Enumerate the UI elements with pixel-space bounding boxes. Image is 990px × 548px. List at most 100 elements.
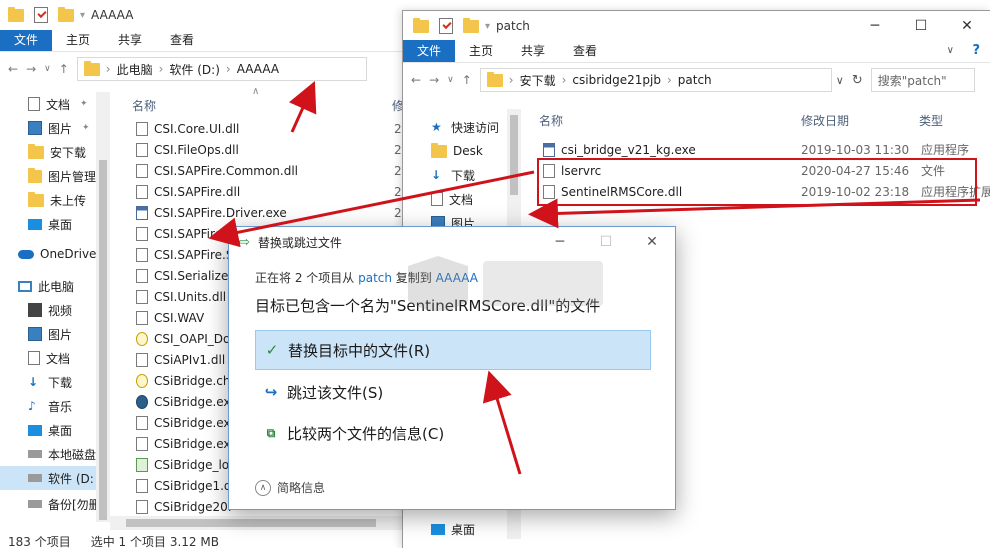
sidebar-item-6[interactable]: OneDrive — [0, 242, 96, 266]
breadcrumb-csibridge[interactable]: csibridge21pjb — [572, 73, 661, 87]
fewer-details-toggle[interactable]: ∧ 简略信息 — [255, 479, 325, 496]
sidebar-item-4[interactable]: 未上传 — [0, 188, 96, 212]
new-folder-icon[interactable] — [463, 17, 479, 33]
sidebar-item-14[interactable]: 本地磁盘 — [0, 442, 96, 466]
drive-icon — [28, 450, 42, 458]
maximize-icon[interactable]: ☐ — [898, 11, 944, 41]
tab-share[interactable]: 共享 — [104, 29, 156, 51]
source-folder-link[interactable]: patch — [358, 271, 392, 285]
column-header-name[interactable]: 名称 — [132, 97, 156, 114]
expand-ribbon-chevron-icon[interactable]: ∨ — [947, 45, 954, 56]
skip-file-option[interactable]: ↪ 跳过该文件(S) — [255, 372, 651, 412]
sidebar-item-15[interactable]: 软件 (D: — [0, 466, 96, 490]
sidebar-item-0[interactable]: 文档 ✦ — [0, 92, 96, 116]
sidebar-item-1[interactable]: Desk — [403, 139, 507, 163]
minimize-icon[interactable]: ─ — [852, 11, 898, 41]
search-input[interactable]: 搜索"patch" — [870, 68, 975, 92]
compare-icon: ⧉ — [266, 425, 276, 440]
star-icon: ★ — [431, 120, 442, 134]
recent-chevron-down-icon[interactable]: ∨ — [44, 64, 51, 74]
breadcrumb-downloads[interactable]: 安下载 — [520, 72, 556, 89]
sidebar-item-label: 软件 (D: — [48, 471, 94, 486]
sidebar-item-16[interactable]: 备份[勿删 — [0, 492, 101, 516]
file-date: 20 — [394, 184, 402, 199]
new-folder-icon[interactable] — [58, 6, 74, 22]
breadcrumb-patch[interactable]: patch — [678, 73, 712, 87]
quick-access-dropdown-icon[interactable]: ▾ — [485, 21, 490, 32]
folder-icon — [431, 142, 447, 158]
sidebar-item-11[interactable]: ↓ 下载 — [0, 370, 96, 394]
window-title: patch — [496, 19, 530, 33]
address-bar[interactable]: › 此电脑 › 软件 (D:) › AAAAA — [76, 57, 367, 81]
up-arrow-icon[interactable]: ↑ — [462, 73, 472, 87]
file-row[interactable]: csi_bridge_v21_kg.exe 2019-10-03 11:30 应用程… — [543, 139, 990, 160]
sidebar-item-8[interactable]: 视频 — [0, 298, 96, 322]
up-arrow-icon[interactable]: ↑ — [59, 62, 69, 76]
close-icon[interactable]: ✕ — [629, 227, 675, 257]
file-row[interactable]: CSI.SAPFire.Common.dll 20 — [136, 160, 402, 181]
sidebar-item-13[interactable]: 桌面 — [0, 418, 96, 442]
column-header-name[interactable]: 名称 — [539, 112, 563, 129]
sidebar-item-3[interactable]: 文档 — [403, 187, 507, 211]
replace-file-option[interactable]: ✓ 替换目标中的文件(R) — [255, 330, 651, 370]
tab-file[interactable]: 文件 — [403, 40, 456, 62]
nav-scrollbar-thumb[interactable] — [99, 160, 107, 520]
sidebar-item-10[interactable]: 文档 — [0, 346, 96, 370]
sidebar-item-7[interactable]: 此电脑 — [0, 274, 96, 298]
file-row[interactable]: CSI.SAPFire.dll 20 — [136, 181, 402, 202]
tab-share[interactable]: 共享 — [507, 40, 559, 62]
file-row[interactable]: CSI.SAPFire.Driver.exe 20 — [136, 202, 402, 223]
file-row[interactable]: CSI.Core.UI.dll 20 — [136, 118, 402, 139]
back-arrow-icon[interactable]: ← — [8, 62, 18, 76]
document-icon — [431, 192, 443, 206]
sidebar-item-0[interactable]: ★ 快速访问 — [403, 115, 507, 139]
tab-view[interactable]: 查看 — [559, 40, 611, 62]
breadcrumb-this-pc[interactable]: 此电脑 — [117, 61, 153, 78]
tab-home[interactable]: 主页 — [52, 29, 104, 51]
recent-chevron-down-icon[interactable]: ∨ — [447, 75, 454, 85]
address-bar[interactable]: › 安下载 › csibridge21pjb › patch — [479, 68, 832, 92]
forward-arrow-icon[interactable]: → — [429, 73, 439, 87]
tab-home[interactable]: 主页 — [455, 40, 507, 62]
sidebar-item-label: 文档 — [449, 192, 474, 207]
forward-arrow-icon[interactable]: → — [26, 62, 36, 76]
pin-icon: ✦ — [80, 99, 88, 109]
column-header-date[interactable]: 修 — [392, 97, 402, 114]
file-type: 应用程序 — [921, 143, 970, 157]
sidebar-item-label: 未上传 — [50, 193, 87, 208]
replace-option-label: 替换目标中的文件(R) — [288, 341, 431, 360]
desktop-icon — [431, 523, 445, 535]
breadcrumb-aaaaa[interactable]: AAAAA — [237, 62, 279, 76]
file-name: CSiBridge20. — [154, 499, 232, 514]
back-arrow-icon[interactable]: ← — [411, 73, 421, 87]
sidebar-item-5[interactable]: 桌面 — [403, 517, 507, 541]
compare-files-option[interactable]: ⧉ 比较两个文件的信息(C) — [255, 413, 651, 453]
sidebar-item-2[interactable]: ↓ 下载 — [403, 163, 507, 187]
sidebar-item-1[interactable]: 图片 ✦ — [0, 116, 96, 140]
help-icon[interactable]: ? — [972, 43, 980, 58]
properties-icon[interactable] — [439, 18, 453, 34]
sidebar-item-5[interactable]: 桌面 — [0, 212, 96, 236]
breadcrumb-drive-d[interactable]: 软件 (D:) — [169, 61, 219, 78]
sidebar-item-3[interactable]: 图片管理 — [0, 164, 96, 188]
sidebar-item-9[interactable]: 图片 — [0, 322, 96, 346]
file-name: CSI.FileOps.dll — [154, 142, 239, 157]
column-header-date[interactable]: 修改日期 — [801, 112, 849, 129]
tab-view[interactable]: 查看 — [156, 29, 208, 51]
sidebar-item-12[interactable]: ♪ 音乐 — [0, 394, 96, 418]
refresh-icon[interactable]: ↻ — [852, 73, 863, 88]
tab-file[interactable]: 文件 — [0, 29, 53, 51]
column-header-type[interactable]: 类型 — [919, 112, 943, 129]
folder-icon — [28, 191, 44, 207]
close-icon[interactable]: ✕ — [944, 11, 990, 41]
address-chevron-down-icon[interactable]: ∨ — [836, 74, 844, 87]
file-row[interactable]: CSI.FileOps.dll 20 — [136, 139, 402, 160]
fewer-details-label: 简略信息 — [277, 481, 326, 495]
quick-access-dropdown-icon[interactable]: ▾ — [80, 10, 85, 21]
address-row: ← → ∨ ↑ › 安下载 › csibridge21pjb › patch ∨… — [403, 63, 990, 97]
nav-scrollbar-thumb[interactable] — [510, 115, 518, 195]
file-name: CSI.Units.dll — [154, 289, 227, 304]
sidebar-item-2[interactable]: 安下载 — [0, 140, 96, 164]
horizontal-scrollbar-thumb[interactable] — [126, 519, 376, 527]
properties-icon[interactable] — [34, 7, 48, 23]
